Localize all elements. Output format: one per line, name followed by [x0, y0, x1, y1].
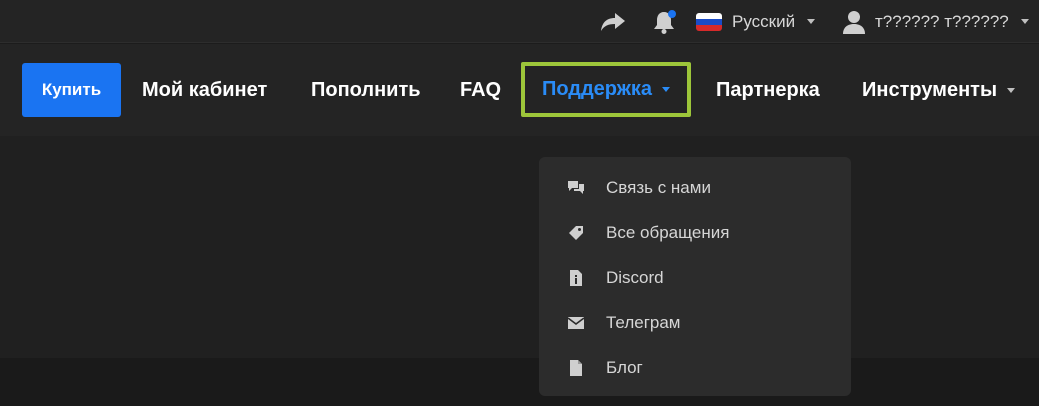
user-name: т?????? т??????	[875, 11, 1009, 31]
nav-item-faq[interactable]: FAQ	[460, 44, 501, 136]
nav-item-cabinet[interactable]: Мой кабинет	[142, 44, 267, 136]
support-dropdown-menu: Связь с нами Все обращения Discord Телег…	[539, 157, 851, 396]
dropdown-item-label: Discord	[606, 267, 664, 287]
dropdown-item-all-tickets[interactable]: Все обращения	[539, 210, 851, 255]
dropdown-item-label: Связь с нами	[606, 177, 711, 197]
page-content	[0, 136, 1039, 358]
dropdown-item-blog[interactable]: Блог	[539, 345, 851, 390]
dropdown-item-label: Блог	[606, 357, 643, 377]
chevron-down-icon	[1007, 87, 1016, 93]
chevron-down-icon	[662, 87, 671, 92]
user-icon	[843, 10, 865, 34]
nav-item-topup[interactable]: Пополнить	[311, 44, 421, 136]
language-label: Русский	[732, 11, 796, 31]
document-info-icon	[567, 269, 585, 287]
share-button[interactable]	[600, 0, 626, 43]
nav-item-tools-label: Инструменты	[862, 78, 998, 101]
main-navigation: Купить Мой кабинет Пополнить FAQ Поддерж…	[0, 44, 1039, 136]
page-footer-strip	[0, 358, 1039, 406]
notifications-button[interactable]	[652, 0, 678, 43]
nav-item-support[interactable]: Поддержка	[521, 62, 691, 117]
user-menu[interactable]: т?????? т??????	[842, 0, 1029, 43]
dropdown-item-discord[interactable]: Discord	[539, 255, 851, 300]
tag-icon	[567, 224, 585, 242]
language-selector[interactable]: Русский	[696, 0, 816, 43]
chevron-down-icon	[807, 19, 816, 24]
file-icon	[567, 359, 585, 377]
nav-item-tools[interactable]: Инструменты	[862, 44, 1016, 136]
share-icon	[601, 12, 625, 31]
chevron-down-icon	[1020, 19, 1029, 24]
russia-flag-icon	[696, 12, 722, 31]
top-bar: Русский т?????? т??????	[0, 0, 1039, 43]
buy-button[interactable]: Купить	[22, 63, 121, 117]
bell-icon	[654, 9, 676, 34]
nav-item-partner[interactable]: Партнерка	[716, 44, 820, 136]
dropdown-item-telegram[interactable]: Телеграм	[539, 300, 851, 345]
envelope-icon	[567, 314, 585, 332]
dropdown-item-label: Телеграм	[606, 312, 681, 332]
dropdown-item-label: Все обращения	[606, 222, 730, 242]
chat-icon	[567, 179, 585, 197]
dropdown-item-contact[interactable]: Связь с нами	[539, 165, 851, 210]
nav-item-support-label: Поддержка	[541, 78, 653, 100]
